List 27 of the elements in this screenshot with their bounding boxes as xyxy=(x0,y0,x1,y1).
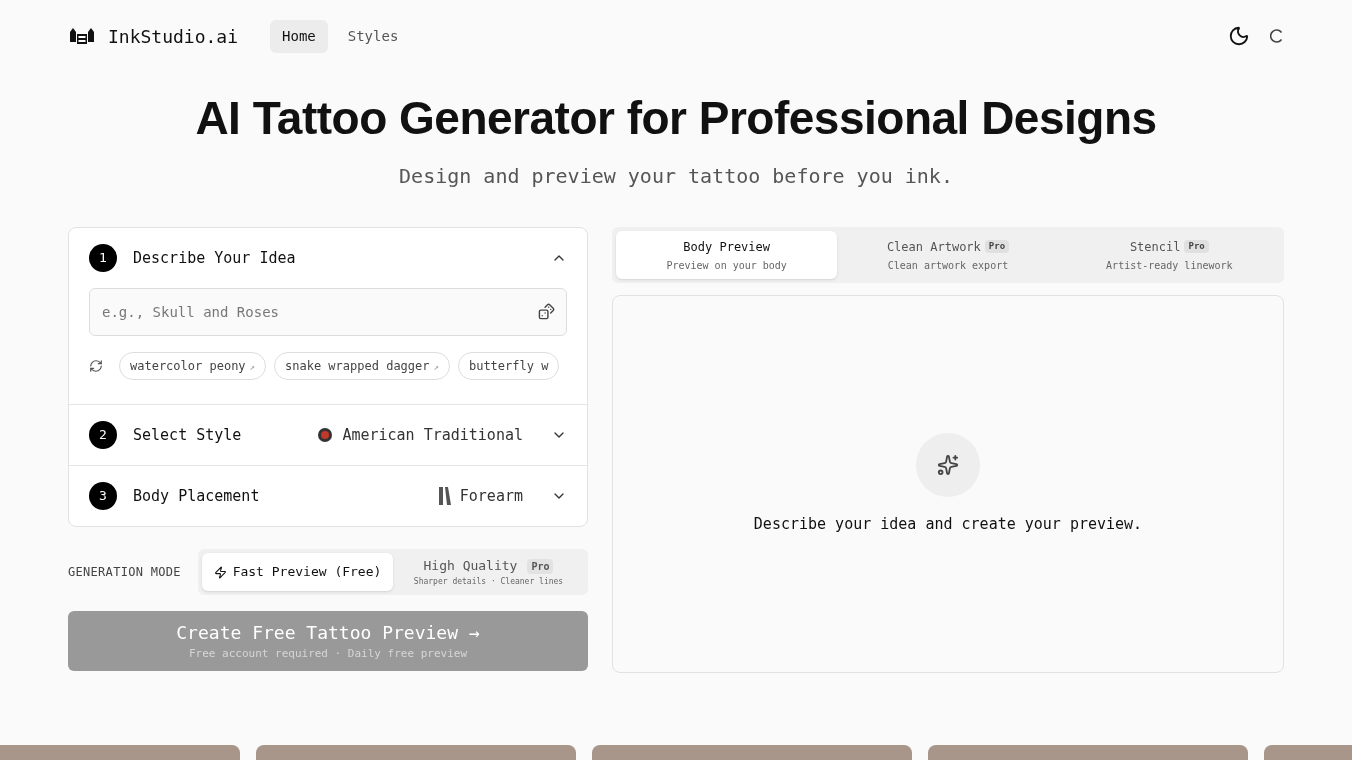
refresh-icon[interactable] xyxy=(89,359,103,373)
preview-tab[interactable]: Body Preview Preview on your body xyxy=(616,231,838,279)
step-number: 3 xyxy=(89,482,117,510)
theme-toggle[interactable] xyxy=(1228,25,1250,47)
preview-tab[interactable]: Clean Artwork Pro Clean artwork export xyxy=(837,231,1059,279)
step-value: American Traditional xyxy=(342,424,523,446)
step-title: Describe Your Idea xyxy=(133,247,296,269)
brand-name: InkStudio.ai xyxy=(108,24,239,49)
idea-input[interactable]: e.g., Skull and Roses xyxy=(89,288,567,336)
step-value: Forearm xyxy=(459,485,523,507)
step-title: Body Placement xyxy=(133,485,260,507)
preview-tab[interactable]: Stencil Pro Artist-ready linework xyxy=(1058,231,1280,279)
step-number: 2 xyxy=(89,421,117,449)
step-number: 1 xyxy=(89,244,117,272)
mode-option[interactable]: High Quality Pro Sharper details · Cleaner lines xyxy=(393,553,584,591)
dice-icon[interactable] xyxy=(538,303,555,320)
logo-icon xyxy=(68,26,96,46)
step-title: Select Style xyxy=(133,424,242,446)
preview-message: Describe your idea and create your preview. xyxy=(753,513,1143,535)
nav-link[interactable]: Styles xyxy=(335,19,411,53)
lightning-icon xyxy=(213,565,227,579)
hero-title: AI Tattoo Generator for Professional Designs xyxy=(194,91,1158,146)
mode-label: GENERATION MODE xyxy=(68,564,182,581)
mode-option[interactable]: Fast Preview (Free) xyxy=(202,553,393,591)
loading-spinner-icon xyxy=(1270,29,1284,43)
nav-link[interactable]: Home xyxy=(270,19,328,53)
hero-subtitle: Design and preview your tattoo before you ink. xyxy=(398,163,954,190)
